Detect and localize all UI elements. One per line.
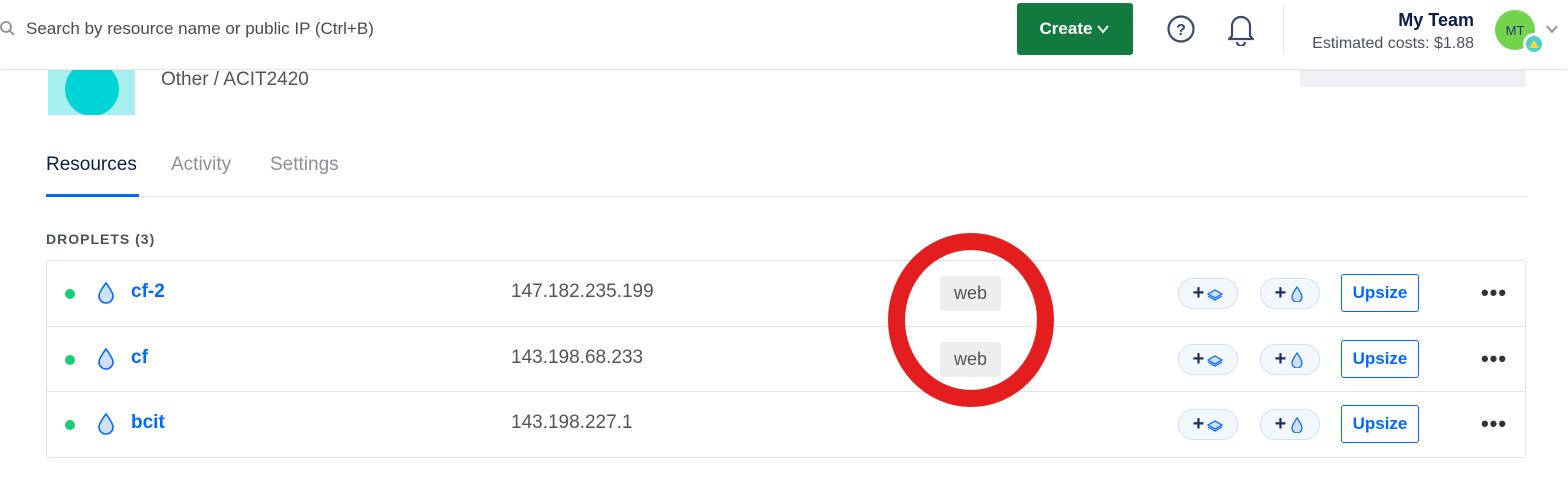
plus-label: +: [1192, 348, 1205, 370]
add-volume-button[interactable]: +: [1178, 409, 1238, 440]
project-tabs: Resources Activity Settings: [46, 150, 1526, 197]
volume-icon: [1207, 419, 1224, 432]
tab-settings[interactable]: Settings: [270, 154, 339, 176]
help-icon[interactable]: ?: [1166, 14, 1196, 44]
more-icon[interactable]: •••: [1481, 280, 1507, 305]
volume-icon: [1207, 354, 1224, 367]
search-icon: [0, 21, 15, 36]
add-snapshot-button[interactable]: +: [1260, 278, 1320, 309]
svg-text:?: ?: [1176, 22, 1186, 39]
team-name[interactable]: My Team: [1398, 10, 1474, 31]
droplet-tag[interactable]: web: [940, 276, 1001, 311]
upsize-button[interactable]: Upsize: [1341, 405, 1419, 443]
plus-label: +: [1274, 348, 1287, 370]
add-snapshot-button[interactable]: +: [1260, 344, 1320, 375]
tab-activity[interactable]: Activity: [171, 154, 231, 176]
top-bar: Create ? My Team Estimated costs: $1.88 …: [0, 0, 1568, 70]
table-row: cf 143.198.68.233 web + + Upsize •••: [47, 326, 1525, 391]
droplet-ip: 143.198.227.1: [511, 412, 633, 433]
team-badge-icon: [1523, 33, 1545, 55]
search-bar[interactable]: [0, 14, 446, 44]
estimated-costs: Estimated costs: $1.88: [1312, 35, 1474, 52]
plus-label: +: [1274, 413, 1287, 435]
droplet-name-link[interactable]: cf: [131, 347, 148, 369]
plus-label: +: [1192, 282, 1205, 304]
snapshot-icon: [1291, 416, 1303, 433]
droplet-ip: 143.198.68.233: [511, 347, 644, 368]
bell-icon[interactable]: [1226, 12, 1256, 46]
snapshot-icon: [1291, 351, 1303, 368]
status-dot: [65, 420, 75, 430]
droplets-table: cf-2 147.182.235.199 web + + Upsize ••• …: [46, 260, 1526, 458]
more-icon[interactable]: •••: [1481, 411, 1507, 436]
header-action-placeholder: [1300, 70, 1526, 87]
plus-label: +: [1192, 413, 1205, 435]
divider: [1283, 6, 1284, 54]
add-snapshot-button[interactable]: +: [1260, 409, 1320, 440]
table-row: cf-2 147.182.235.199 web + + Upsize •••: [47, 261, 1525, 326]
snapshot-icon: [1291, 285, 1303, 302]
add-volume-button[interactable]: +: [1178, 278, 1238, 309]
project-path: Other / ACIT2420: [161, 69, 309, 90]
add-volume-button[interactable]: +: [1178, 344, 1238, 375]
search-input[interactable]: [26, 19, 446, 39]
create-label: Create: [1039, 19, 1093, 38]
droplet-icon: [98, 412, 114, 435]
table-row: bcit 143.198.227.1 + + Upsize •••: [47, 391, 1525, 456]
upsize-button[interactable]: Upsize: [1341, 274, 1419, 312]
status-dot: [65, 355, 75, 365]
volume-icon: [1207, 288, 1224, 301]
upsize-button[interactable]: Upsize: [1341, 340, 1419, 378]
chevron-down-icon: [1097, 25, 1110, 34]
plus-label: +: [1274, 282, 1287, 304]
droplets-heading: DROPLETS (3): [46, 231, 156, 247]
tab-resources[interactable]: Resources: [46, 154, 137, 176]
droplet-icon: [98, 347, 114, 370]
droplet-tag[interactable]: web: [940, 342, 1001, 377]
more-icon[interactable]: •••: [1481, 346, 1507, 371]
avatar-initials: MT: [1505, 22, 1525, 38]
create-button[interactable]: Create: [1017, 3, 1133, 55]
droplet-icon: [98, 281, 114, 304]
droplet-name-link[interactable]: cf-2: [131, 281, 165, 303]
droplet-name-link[interactable]: bcit: [131, 412, 165, 434]
project-icon: [48, 70, 135, 115]
droplet-ip: 147.182.235.199: [511, 281, 654, 302]
account-chevron-icon[interactable]: [1545, 22, 1559, 36]
status-dot: [65, 289, 75, 299]
active-tab-indicator: [46, 194, 139, 197]
